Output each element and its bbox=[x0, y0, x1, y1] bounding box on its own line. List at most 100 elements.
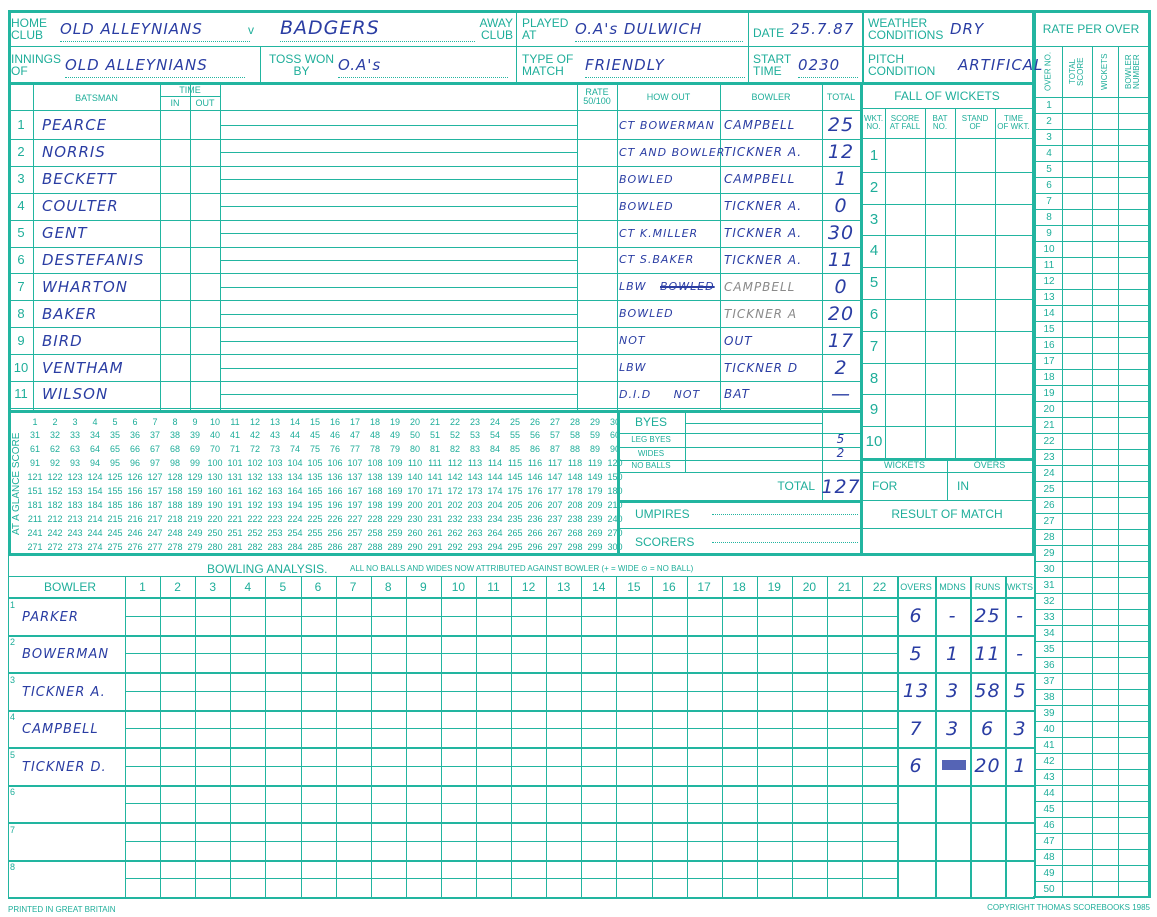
how-out-header: HOW OUT bbox=[646, 91, 691, 102]
over-column-number: 20 bbox=[802, 580, 817, 594]
over-number: 50 bbox=[1043, 884, 1055, 895]
over-number: 23 bbox=[1043, 452, 1055, 463]
rule-line bbox=[862, 299, 1032, 300]
rule-line bbox=[220, 341, 577, 342]
over-column-number: 18 bbox=[732, 580, 746, 594]
rule-line bbox=[125, 616, 897, 617]
batsman-header: BATSMAN bbox=[75, 92, 118, 103]
bowler-wickets: - bbox=[1016, 642, 1024, 665]
glance-score-number: 227 bbox=[347, 513, 363, 524]
glance-score-number: 204 bbox=[487, 499, 503, 510]
glance-score-number: 208 bbox=[567, 499, 583, 510]
glance-score-number: 37 bbox=[149, 430, 160, 441]
batsman-name: PEARCE bbox=[42, 116, 108, 135]
glance-score-number: 259 bbox=[387, 527, 403, 538]
wicket-number: 8 bbox=[869, 369, 879, 387]
rule-line bbox=[406, 576, 407, 898]
glance-score-number: 262 bbox=[447, 527, 463, 538]
glance-score-number: 26 bbox=[529, 416, 540, 427]
glance-score-number: 229 bbox=[387, 513, 403, 524]
over-column-number: 5 bbox=[279, 580, 287, 594]
glance-score-number: 89 bbox=[589, 444, 600, 455]
bowler-runs: 20 bbox=[974, 755, 1001, 777]
glance-score-number: 164 bbox=[287, 486, 303, 496]
over-number: 31 bbox=[1043, 580, 1055, 591]
match-type-label: TYPE OF MATCH bbox=[522, 52, 574, 78]
glance-score-number: 55 bbox=[509, 430, 520, 441]
batsman-total: 12 bbox=[827, 141, 855, 164]
glance-score-number: 101 bbox=[227, 458, 243, 469]
mdns-header: MDNS bbox=[939, 581, 966, 592]
rule-line bbox=[8, 410, 862, 413]
glance-score-number: 251 bbox=[227, 527, 243, 538]
dismissal-bowler: TICKNER A. bbox=[724, 199, 803, 214]
how-out: LBW bbox=[619, 361, 647, 375]
batsman-name: NORRIS bbox=[42, 143, 106, 162]
glance-score-number: 297 bbox=[547, 541, 563, 552]
rule-line bbox=[685, 410, 686, 472]
batsman-name: WILSON bbox=[42, 385, 109, 404]
rule-line bbox=[862, 204, 1032, 205]
glance-score-number: 126 bbox=[127, 472, 143, 483]
how-out: NOT bbox=[619, 334, 646, 348]
glance-score-number: 16 bbox=[329, 416, 340, 427]
over-number: 30 bbox=[1043, 564, 1055, 575]
over-number: 47 bbox=[1043, 836, 1055, 847]
glance-score-number: 268 bbox=[567, 527, 583, 538]
over-number: 46 bbox=[1043, 820, 1055, 831]
byes-label: BYES bbox=[634, 415, 667, 429]
over-number: 48 bbox=[1043, 852, 1055, 863]
glance-score-number: 203 bbox=[467, 499, 483, 510]
rule-line bbox=[687, 576, 688, 898]
glance-score-number: 255 bbox=[307, 527, 323, 538]
over-number: 43 bbox=[1043, 772, 1055, 783]
glance-score-number: 27 bbox=[549, 416, 560, 427]
bowler-overs: 6 bbox=[909, 605, 923, 627]
over-number: 45 bbox=[1043, 804, 1055, 815]
glance-score-number: 8 bbox=[172, 416, 178, 427]
bowler-overs bbox=[897, 864, 935, 894]
glance-score-number: 157 bbox=[147, 486, 163, 496]
glance-score-number: 108 bbox=[367, 458, 383, 469]
batsman-name: BAKER bbox=[42, 304, 98, 323]
glance-score-number: 99 bbox=[189, 458, 200, 469]
rule-line bbox=[230, 576, 231, 898]
glance-score-number: 236 bbox=[527, 513, 543, 524]
over-number: 39 bbox=[1043, 708, 1055, 719]
weather-field: DRY bbox=[950, 20, 985, 38]
rule-line bbox=[862, 576, 863, 898]
glance-score-number: 111 bbox=[428, 458, 442, 469]
wicket-number: 9 bbox=[869, 401, 879, 419]
toss-won-by-field: O.A's bbox=[338, 52, 508, 78]
over-column-number: 12 bbox=[521, 580, 536, 594]
glance-score-number: 17 bbox=[349, 416, 360, 427]
glance-score-number: 125 bbox=[107, 472, 123, 483]
glance-score-number: 146 bbox=[527, 472, 543, 483]
glance-score-number: 67 bbox=[149, 444, 160, 455]
glance-score-number: 137 bbox=[347, 472, 363, 483]
glance-score-number: 218 bbox=[167, 513, 183, 524]
glance-score-number: 116 bbox=[527, 458, 543, 469]
glance-score-number: 205 bbox=[507, 499, 523, 510]
over-number: 49 bbox=[1043, 868, 1055, 879]
over-number: 38 bbox=[1043, 692, 1055, 703]
glance-score-number: 200 bbox=[407, 499, 423, 510]
batsman-name: GENT bbox=[42, 224, 88, 243]
glance-score-number: 193 bbox=[267, 499, 283, 510]
fow-column-header: SCORE AT FALL bbox=[889, 114, 921, 131]
rule-line bbox=[720, 82, 721, 410]
glance-score-number: 274 bbox=[87, 541, 103, 552]
rule-line bbox=[8, 635, 1035, 637]
batsman-number: 2 bbox=[17, 144, 25, 160]
glance-score-number: 175 bbox=[507, 486, 523, 496]
glance-score-number: 285 bbox=[307, 541, 323, 552]
fow-column-header: TIME OF WKT. bbox=[997, 114, 1030, 131]
rule-line bbox=[220, 82, 221, 410]
glance-score-number: 98 bbox=[169, 458, 180, 469]
glance-score-number: 228 bbox=[367, 513, 383, 524]
glance-score-number: 94 bbox=[89, 458, 100, 469]
batsman-number: 1 bbox=[17, 117, 25, 133]
glance-score-number: 57 bbox=[549, 430, 560, 441]
rule-line bbox=[862, 528, 1032, 529]
glance-score-number: 281 bbox=[227, 541, 243, 552]
